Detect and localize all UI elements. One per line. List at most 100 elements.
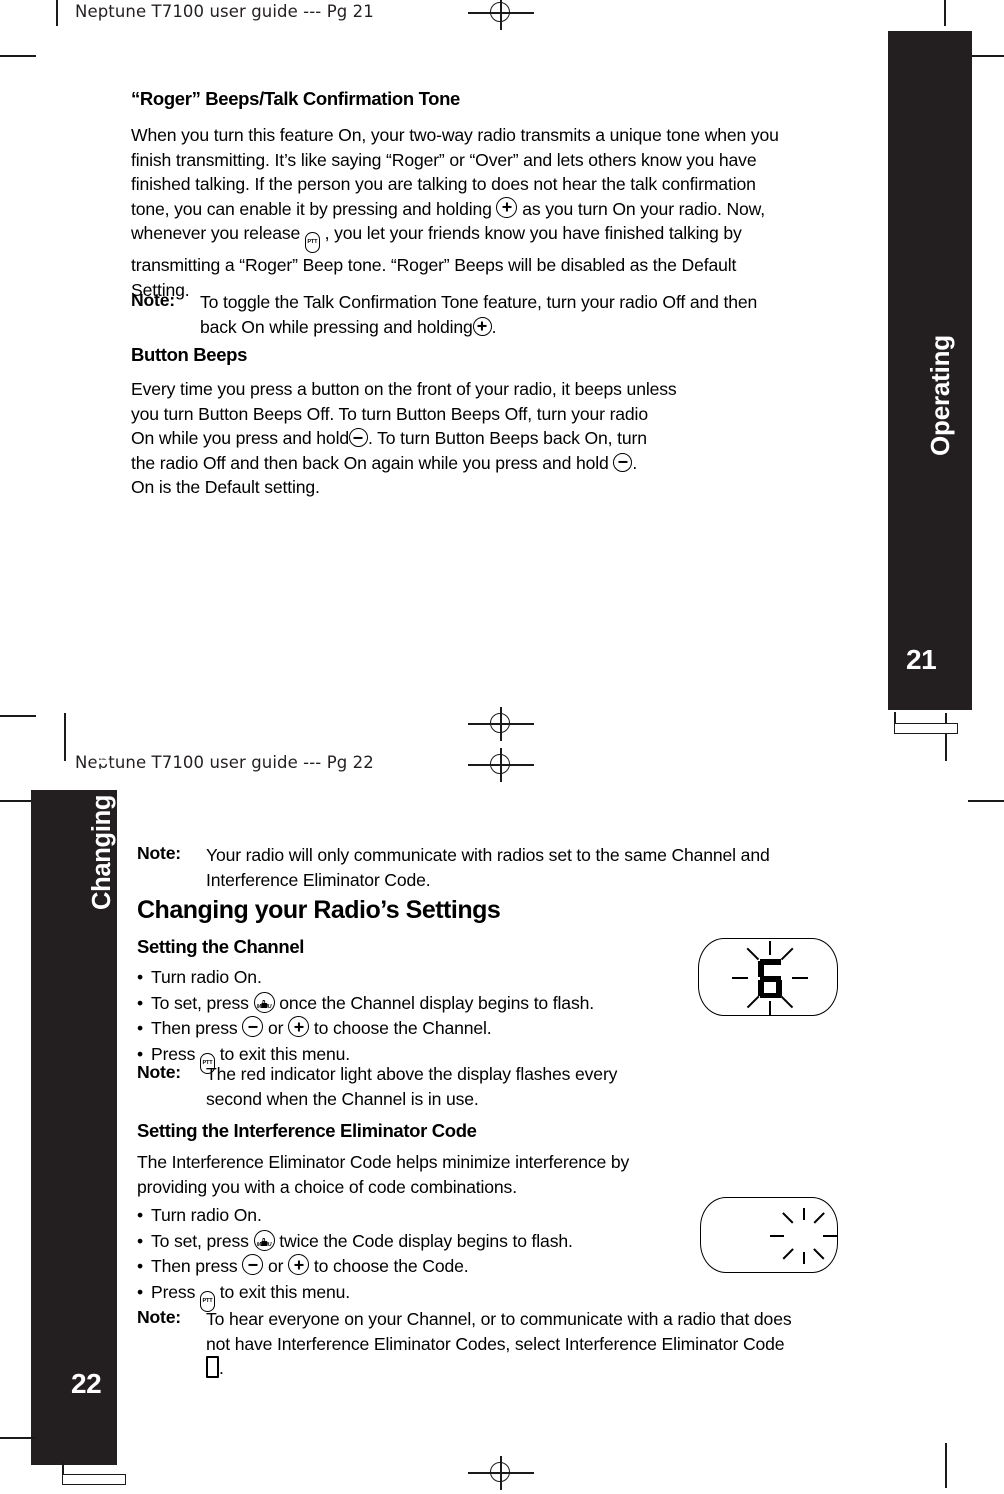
setting-the-code-note: Note: To hear everyone on your Channel, … <box>137 1307 897 1387</box>
registration-mark-circle <box>490 2 510 22</box>
registration-mark <box>468 707 534 741</box>
note-body: Your radio will only communicate with ra… <box>206 843 770 892</box>
paragraph-text: , you let your friends know you have fin… <box>324 223 742 244</box>
note-line-with-plus-key: back On while pressing and holding. <box>200 315 757 340</box>
registration-mark-circle <box>490 754 510 774</box>
paragraph-line-with-ptt-key: whenever you release PTT , you let your … <box>131 221 891 254</box>
plus-key-icon <box>288 1254 310 1276</box>
minus-key-icon <box>242 1016 264 1038</box>
note-text: . <box>219 1358 224 1379</box>
list-item-text: twice the Code display begins to flash. <box>279 1230 573 1251</box>
list-item-text: Press <box>151 1043 196 1064</box>
paragraph-text: . <box>632 452 638 473</box>
registration-mark <box>468 748 534 782</box>
button-beeps-subheading: Button Beeps <box>131 344 248 365</box>
list-item-text: to exit this menu. <box>219 1281 351 1302</box>
crop-mark <box>945 1443 947 1488</box>
menu-key-icon: MENU <box>253 1229 275 1251</box>
list-item-text: once the Channel display begins to flash… <box>279 992 594 1013</box>
paragraph-line-with-minus-key: On while you press and hold . To turn But… <box>131 426 891 451</box>
paragraph-line: On is the Default setting. <box>131 477 320 498</box>
crop-mark <box>56 0 58 26</box>
list-item-text: Turn radio On. <box>151 1205 262 1225</box>
page-22-top-note: Note: Your radio will only communicate w… <box>137 843 897 898</box>
sidebar-tab-label-rotator: Changing your Radio’s Settings <box>87 450 117 910</box>
note-label: Note: <box>137 843 181 863</box>
list-item-text: or <box>268 1018 284 1039</box>
paragraph-line: When you turn this feature On, your two-… <box>131 125 779 145</box>
paragraph-text: On while you press and hold <box>131 428 349 449</box>
paragraph-line-with-minus-key: the radio Off and then back On again whi… <box>131 451 891 476</box>
crop-mark <box>968 55 1004 57</box>
page-21-paragraph: When you turn this feature On, your two-… <box>131 123 891 303</box>
paragraph-line: The Interference Eliminator Code helps m… <box>137 1152 630 1172</box>
setting-the-code-bullets: Turn radio On. To set, press MENU twice … <box>137 1203 573 1312</box>
plus-key-icon <box>472 316 492 336</box>
setting-the-channel-bullets: Turn radio On. To set, press MENU once t… <box>137 965 594 1074</box>
list-item: Turn radio On. <box>137 1203 573 1229</box>
trim-indicator-box <box>894 723 958 734</box>
paragraph-line: finish transmitting. It’s like saying “R… <box>131 149 757 170</box>
note-line: Your radio will only communicate with ra… <box>206 845 770 865</box>
button-beeps-paragraph: Every time you press a button on the fro… <box>131 377 891 500</box>
list-item-text: Press <box>151 1281 196 1302</box>
note-label: Note: <box>131 290 175 310</box>
list-item-text: to exit this menu. <box>219 1043 351 1064</box>
sidebar-tab-label-changing-settings: Changing your Radio’s Settings <box>88 533 116 910</box>
list-item: To set, press MENU once the Channel disp… <box>137 991 594 1017</box>
list-item: Then press or to choose the Channel. <box>137 1016 594 1042</box>
list-item-text: Then press <box>151 1256 238 1277</box>
paragraph-text: . To turn Button Beeps back On, turn <box>367 428 647 449</box>
paragraph-line: finished talking. If the person you are … <box>131 174 756 195</box>
crop-mark <box>0 715 36 717</box>
sheet-label-page-22: Neptune T7100 user guide --- Pg 22 <box>75 753 374 772</box>
channel-display-illustration <box>698 938 838 1016</box>
crop-mark <box>0 55 36 57</box>
list-item-text: To set, press <box>151 992 249 1013</box>
crop-mark <box>945 713 947 761</box>
minus-key-icon <box>613 452 633 472</box>
sheet-label-page-21: Neptune T7100 user guide --- Pg 21 <box>75 2 374 21</box>
list-item-text: To set, press <box>151 1230 249 1251</box>
menu-key-icon: MENU <box>253 991 275 1013</box>
paragraph-text: as you turn On your radio. Now, <box>522 198 765 219</box>
page-21-note: Note: To toggle the Talk Confirmation To… <box>131 290 891 345</box>
note-label: Note: <box>137 1307 181 1327</box>
paragraph-line: Every time you press a button on the fro… <box>131 379 677 399</box>
registration-mark-circle <box>490 713 510 733</box>
list-item: Then press or to choose the Code. <box>137 1254 573 1280</box>
lcd-zero-icon <box>206 1356 219 1379</box>
note-body: To hear everyone on your Channel, or to … <box>206 1307 792 1381</box>
plus-key-icon <box>496 196 518 218</box>
setting-the-code-subheading: Setting the Interference Eliminator Code <box>137 1120 477 1141</box>
note-text: back On while pressing and holding <box>200 316 473 337</box>
note-line: Interference Eliminator Code. <box>206 869 431 890</box>
note-body: The red indicator light above the displa… <box>206 1062 617 1111</box>
list-item: To set, press MENU twice the Code displa… <box>137 1229 573 1255</box>
registration-mark <box>468 1456 534 1490</box>
minus-key-icon <box>348 428 368 448</box>
page-22-heading: Changing your Radio’s Settings <box>137 896 501 924</box>
paragraph-line: you turn Button Beeps Off. To turn Butto… <box>131 403 648 424</box>
list-item-text: Then press <box>151 1018 238 1039</box>
code-display-illustration <box>700 1197 838 1273</box>
paragraph-line-with-plus-key: tone, you can enable it by pressing and … <box>131 196 891 222</box>
registration-mark <box>468 0 534 30</box>
note-line: second when the Channel is in use. <box>206 1088 479 1109</box>
page-number-22: 22 <box>71 1368 102 1399</box>
note-line: not have Interference Eliminator Codes, … <box>206 1333 785 1354</box>
registration-mark-circle <box>490 1462 510 1482</box>
paragraph-line: transmitting a “Roger” Beep tone. “Roger… <box>131 255 737 276</box>
flash-indicator-icon <box>732 941 808 1015</box>
note-line: To toggle the Talk Confirmation Tone fea… <box>200 292 758 312</box>
list-item-text: or <box>268 1256 284 1277</box>
setting-the-channel-note: Note: The red indicator light above the … <box>137 1062 797 1117</box>
setting-the-channel-subheading: Setting the Channel <box>137 936 305 957</box>
page-number-21: 21 <box>906 644 937 675</box>
list-item-text: Turn radio On. <box>151 967 262 987</box>
sidebar-tab-label-operating: Operating <box>925 335 955 456</box>
flash-indicator-icon <box>770 1208 837 1264</box>
list-item-text: to choose the Channel. <box>313 1018 492 1039</box>
ptt-key-icon: PTT <box>304 232 320 254</box>
note-text: . <box>491 316 497 337</box>
